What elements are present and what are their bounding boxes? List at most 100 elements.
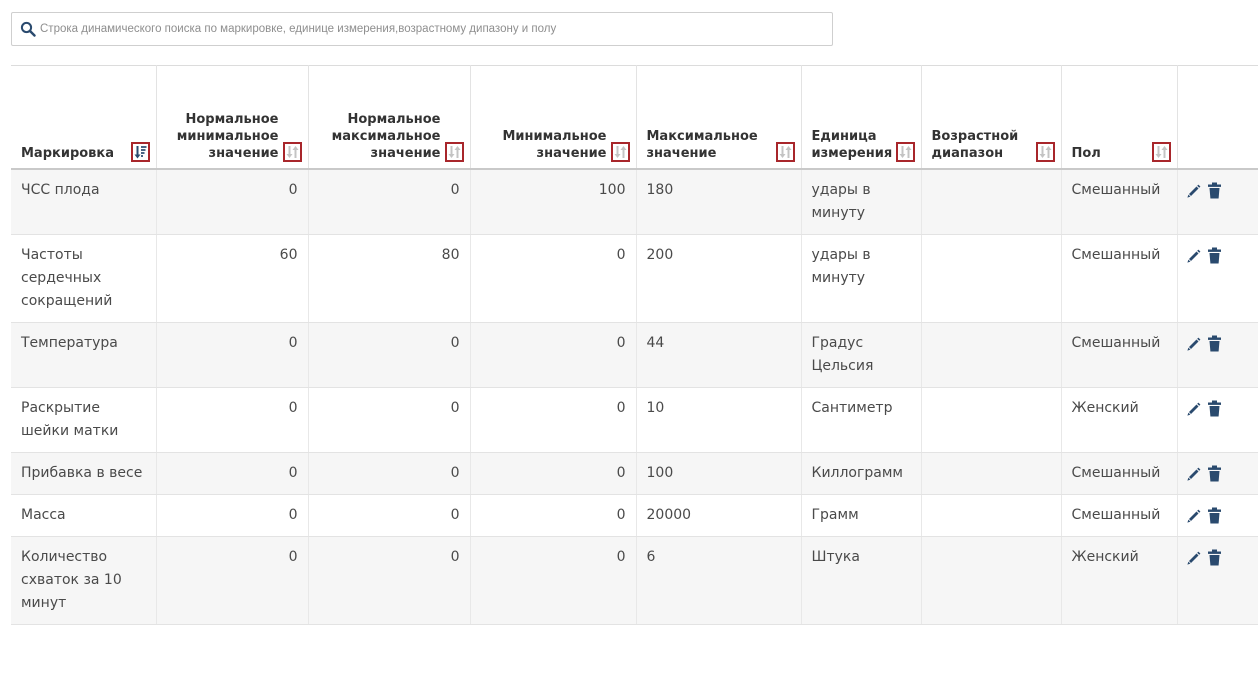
cell-age-range — [921, 387, 1062, 453]
cell-unit: удары в минуту — [801, 169, 922, 235]
sort-desc-icon[interactable] — [130, 142, 150, 162]
cell-max: 6 — [636, 536, 802, 625]
cell-unit: Киллограмм — [801, 452, 922, 495]
table-row: Масса 0 0 0 20000 Грамм Смешанный — [11, 494, 1258, 537]
table-row: Количество схваток за 10 минут 0 0 0 6 Штука Ж… — [11, 536, 1258, 625]
row-actions — [1186, 546, 1258, 566]
cell-unit: удары в минуту — [801, 234, 922, 323]
trash-icon[interactable] — [1207, 182, 1222, 199]
cell-normal-max: 0 — [308, 169, 471, 235]
cell-normal-min: 0 — [156, 169, 309, 235]
cell-actions — [1177, 387, 1258, 453]
cell-max: 20000 — [636, 494, 802, 537]
cell-unit: Сантиметр — [801, 387, 922, 453]
cell-age-range — [921, 322, 1062, 388]
cell-marking: Частоты сердечных сокращений — [11, 234, 157, 323]
cell-marking: Раскрытие шейки матки — [11, 387, 157, 453]
cell-normal-max: 80 — [308, 234, 471, 323]
sort-icon[interactable] — [896, 142, 916, 162]
column-header-marking[interactable]: Маркировка — [11, 65, 157, 170]
cell-age-range — [921, 536, 1062, 625]
cell-normal-min: 0 — [156, 322, 309, 388]
sort-icon[interactable] — [1151, 142, 1171, 162]
cell-actions — [1177, 322, 1258, 388]
cell-age-range — [921, 169, 1062, 235]
cell-marking: Количество схваток за 10 минут — [11, 536, 157, 625]
trash-icon[interactable] — [1207, 335, 1222, 352]
cell-max: 200 — [636, 234, 802, 323]
pencil-icon[interactable] — [1186, 182, 1201, 199]
cell-sex: Смешанный — [1061, 494, 1178, 537]
cell-actions — [1177, 536, 1258, 625]
column-label-normal-max: Нормальное максимальное значение — [331, 112, 441, 161]
cell-sex: Смешанный — [1061, 234, 1178, 323]
column-header-normal-min[interactable]: Нормальное минимальное значение — [156, 65, 309, 170]
cell-normal-min: 60 — [156, 234, 309, 323]
cell-marking: Масса — [11, 494, 157, 537]
column-header-sex[interactable]: Пол — [1061, 65, 1178, 170]
table-row: ЧСС плода 0 0 100 180 удары в минуту Смешанный — [11, 169, 1258, 235]
column-label-marking: Маркировка — [21, 146, 115, 161]
column-header-max[interactable]: Максимальное значение — [636, 65, 802, 170]
cell-sex: Смешанный — [1061, 452, 1178, 495]
sort-icon[interactable] — [610, 142, 630, 162]
table-row: Раскрытие шейки матки 0 0 0 10 Сантиметр Женск… — [11, 387, 1258, 453]
cell-min: 0 — [470, 536, 637, 625]
sort-icon[interactable] — [775, 142, 795, 162]
table-header-row: Маркировка Нормальное минимальное значен… — [11, 65, 1258, 170]
cell-sex: Смешанный — [1061, 322, 1178, 388]
pencil-icon[interactable] — [1186, 507, 1201, 524]
measurements-table: Маркировка Нормальное минимальное значен… — [11, 65, 1258, 625]
cell-actions — [1177, 494, 1258, 537]
cell-normal-max: 0 — [308, 322, 471, 388]
pencil-icon[interactable] — [1186, 247, 1201, 264]
column-label-min: Минимальное значение — [502, 129, 607, 161]
cell-normal-min: 0 — [156, 536, 309, 625]
trash-icon[interactable] — [1207, 247, 1222, 264]
cell-min: 0 — [470, 322, 637, 388]
column-header-age-range[interactable]: Возрастной диапазон — [921, 65, 1062, 170]
cell-min: 0 — [470, 234, 637, 323]
search-input[interactable] — [40, 14, 824, 44]
column-label-unit: Единица измерения — [811, 129, 893, 161]
search-box[interactable] — [11, 12, 833, 46]
cell-normal-min: 0 — [156, 452, 309, 495]
cell-normal-min: 0 — [156, 494, 309, 537]
row-actions — [1186, 504, 1258, 524]
sort-icon[interactable] — [1035, 142, 1055, 162]
sort-icon[interactable] — [444, 142, 464, 162]
trash-icon[interactable] — [1207, 507, 1222, 524]
cell-min: 0 — [470, 494, 637, 537]
cell-age-range — [921, 234, 1062, 323]
cell-unit: Грамм — [801, 494, 922, 537]
trash-icon[interactable] — [1207, 549, 1222, 566]
cell-actions — [1177, 234, 1258, 323]
row-actions — [1186, 179, 1258, 199]
cell-min: 0 — [470, 452, 637, 495]
column-header-actions — [1177, 65, 1258, 170]
cell-sex: Смешанный — [1061, 169, 1178, 235]
column-header-normal-max[interactable]: Нормальное максимальное значение — [308, 65, 471, 170]
cell-unit: Градус Цельсия — [801, 322, 922, 388]
sort-icon[interactable] — [282, 142, 302, 162]
row-actions — [1186, 244, 1258, 264]
cell-min: 100 — [470, 169, 637, 235]
cell-unit: Штука — [801, 536, 922, 625]
cell-marking: Температура — [11, 322, 157, 388]
cell-age-range — [921, 494, 1062, 537]
column-header-unit[interactable]: Единица измерения — [801, 65, 922, 170]
pencil-icon[interactable] — [1186, 549, 1201, 566]
column-header-min[interactable]: Минимальное значение — [470, 65, 637, 170]
column-label-max: Максимальное значение — [646, 129, 758, 161]
cell-min: 0 — [470, 387, 637, 453]
row-actions — [1186, 397, 1258, 417]
cell-marking: ЧСС плода — [11, 169, 157, 235]
pencil-icon[interactable] — [1186, 400, 1201, 417]
pencil-icon[interactable] — [1186, 465, 1201, 482]
cell-normal-max: 0 — [308, 494, 471, 537]
trash-icon[interactable] — [1207, 465, 1222, 482]
trash-icon[interactable] — [1207, 400, 1222, 417]
pencil-icon[interactable] — [1186, 335, 1201, 352]
cell-marking: Прибавка в весе — [11, 452, 157, 495]
column-label-normal-min: Нормальное минимальное значение — [176, 112, 279, 161]
